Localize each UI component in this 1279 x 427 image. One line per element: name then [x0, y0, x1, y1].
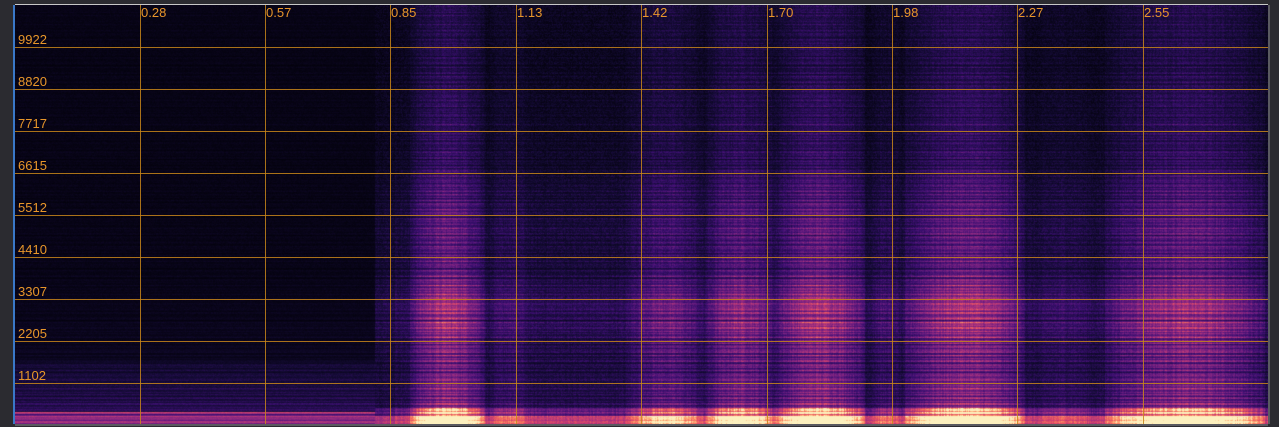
- time-label: 0.85: [391, 5, 417, 20]
- freq-label: 8820: [18, 74, 47, 89]
- spectrogram-view[interactable]: 0.28 0.57 0.85 1.13 1.42 1.70 1.98 2.27 …: [15, 5, 1268, 424]
- time-label: 1.70: [768, 5, 794, 20]
- freq-label: 3307: [18, 284, 47, 299]
- freq-gridline: [15, 257, 1268, 258]
- freq-label: 9922: [18, 32, 47, 47]
- freq-label: 1102: [18, 368, 46, 383]
- freq-gridline: [15, 173, 1268, 174]
- freq-gridline: [15, 131, 1268, 132]
- time-label: 1.42: [642, 5, 668, 20]
- freq-label: 7717: [18, 116, 47, 131]
- spectrogram-app: 0.28 0.57 0.85 1.13 1.42 1.70 1.98 2.27 …: [0, 0, 1279, 427]
- freq-gridline: [15, 89, 1268, 90]
- freq-gridline: [15, 47, 1268, 48]
- freq-gridline: [15, 341, 1268, 342]
- right-border: [1268, 5, 1270, 424]
- time-label: 2.55: [1144, 5, 1170, 20]
- freq-label: 6615: [18, 158, 47, 173]
- time-label: 0.57: [266, 5, 292, 20]
- time-label: 1.98: [893, 5, 919, 20]
- freq-label: 2205: [18, 326, 47, 341]
- time-label: 2.27: [1018, 5, 1044, 20]
- freq-label: 4410: [18, 242, 47, 257]
- time-label: 0.28: [141, 5, 167, 20]
- freq-gridline: [15, 299, 1268, 300]
- freq-gridline: [15, 383, 1268, 384]
- time-label: 1.13: [517, 5, 543, 20]
- freq-label: 5512: [18, 200, 47, 215]
- freq-gridline: [15, 215, 1268, 216]
- bottom-border: [15, 424, 1268, 426]
